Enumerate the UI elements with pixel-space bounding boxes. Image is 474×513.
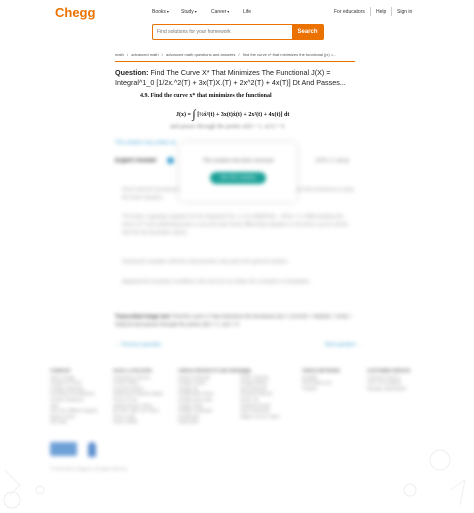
question-label: Question: — [115, 68, 149, 77]
footer-link[interactable]: Digital Access Codes — [240, 414, 279, 420]
accessibility-icon[interactable] — [88, 442, 96, 457]
footer-column-network: CHEGG NETWORK EasyBib Internships.com Th… — [302, 368, 340, 391]
chevron-down-icon: ▾ — [227, 9, 230, 14]
nav-books-label: Books — [152, 9, 166, 15]
footer-heading: CHEGG NETWORK — [302, 368, 341, 373]
nav-life[interactable]: Life — [243, 9, 251, 15]
problem-heading: 4.9. Find the curve x* that minimizes th… — [140, 93, 272, 99]
footer-heading: COMPANY — [50, 368, 72, 373]
breadcrumb-separator: / — [127, 52, 129, 57]
footer-link[interactable]: Site Map — [50, 419, 98, 425]
nav-life-label: Life — [243, 9, 252, 15]
footer-column-legal: LEGAL & POLICIES Advertising Choices Coo… — [113, 368, 163, 425]
copyright-text: © 2003-2022 Chegg Inc. All rights reserv… — [50, 466, 128, 471]
footer-link[interactable]: Manage Subscription — [367, 386, 410, 392]
question-text: Find The Curve X* That Minimizes The Fun… — [115, 68, 346, 87]
transcribed-text: Transcribed image text: Find the curve x… — [115, 313, 360, 329]
footer-link[interactable]: Flashcards — [178, 419, 250, 425]
nav-books[interactable]: Books▾ — [152, 9, 169, 15]
breadcrumb-math[interactable]: math — [115, 52, 124, 57]
problem-cut-line: and passes through the points x(0) = 1, … — [170, 124, 284, 130]
breadcrumb: math / advanced math / advanced math que… — [115, 52, 339, 57]
verified-check-icon — [167, 157, 174, 164]
footer-column-customer-service: CUSTOMER SERVICE Customer Service Give U… — [367, 368, 410, 391]
sign-in-link[interactable]: Sign in — [397, 9, 412, 15]
locked-solution-card: This solution has been removed See the s… — [180, 143, 296, 201]
transcribed-label: Transcribed image text: — [115, 314, 172, 320]
expert-answer-heading: Expert Answer — [115, 158, 157, 164]
answer-rating: 100% (1 rating) — [315, 158, 350, 164]
decorative-doodle — [403, 449, 466, 506]
equation-lhs: J(x) = — [176, 111, 191, 118]
footer-column-company: COMPANY About Chegg Chegg For Good Colle… — [50, 368, 98, 425]
footer-link[interactable]: Thinkful — [302, 386, 340, 392]
unlock-solution-button[interactable]: See the solution — [210, 172, 266, 184]
problem-image: 4.9. Find the curve x* that minimizes th… — [140, 93, 340, 130]
breadcrumb-advanced-math[interactable]: advanced math — [131, 52, 158, 57]
next-question-link[interactable]: Next question → — [325, 342, 362, 348]
chevron-down-icon: ▾ — [194, 9, 197, 14]
help-link[interactable]: Help — [376, 9, 386, 15]
footer-heading: LEGAL & POLICIES — [113, 368, 153, 373]
search-bar: Search — [152, 24, 324, 40]
answer-paragraph: Applying the boundary conditions x(0) an… — [122, 279, 312, 285]
answer-paragraph: The Euler–Lagrange equation for the inte… — [122, 214, 348, 236]
nav-study[interactable]: Study▾ — [181, 9, 197, 15]
for-educators-link[interactable]: For educators — [334, 9, 365, 15]
nav-divider — [370, 7, 371, 16]
chevron-down-icon: ▾ — [166, 9, 169, 14]
integral-sign: ∫ — [192, 107, 196, 121]
nav-career[interactable]: Career▾ — [211, 9, 229, 15]
question-title: Question: Find The Curve X* That Minimiz… — [115, 68, 360, 88]
locked-message: This solution has been removed — [202, 158, 274, 164]
search-input[interactable] — [153, 25, 297, 39]
search-button[interactable]: Search — [292, 25, 323, 39]
trust-badge-icon[interactable] — [50, 442, 77, 456]
footer-column-products-more: Learn Online Tutoring Chegg Writing Sell… — [240, 368, 279, 419]
chegg-logo[interactable]: Chegg — [55, 5, 95, 20]
footer-link[interactable]: Honor Shield — [113, 419, 163, 425]
breadcrumb-separator: / — [238, 52, 240, 57]
footer-link[interactable]: Join Our Affiliate Program — [50, 408, 98, 414]
nav-study-label: Study — [181, 9, 194, 15]
problem-equation: J(x) = ∫ [½ẋ²(t) + 3x(t)ẋ(t) + 2x²(t) + … — [176, 107, 289, 122]
equation-rhs: [½ẋ²(t) + 3x(t)ẋ(t) + 2x²(t) + 4x(t)] dt — [197, 111, 290, 118]
nav-divider — [391, 7, 392, 16]
answer-paragraph: Solving the equation with the characteri… — [122, 259, 289, 265]
previous-question-link[interactable]: ← Previous question — [115, 342, 161, 348]
footer-heading: CUSTOMER SERVICE — [367, 368, 411, 373]
nav-career-label: Career — [211, 9, 227, 15]
breadcrumb-current: find the curve x* that minimizes the fun… — [242, 52, 337, 57]
answer-source-link[interactable]: This solution was written by — [115, 140, 176, 146]
breadcrumb-separator: / — [161, 52, 163, 57]
footer-link[interactable]: DO NOT SELL MY INFO — [113, 408, 163, 414]
title-divider — [115, 61, 355, 62]
breadcrumb-questions[interactable]: advanced math questions and answers — [166, 52, 235, 57]
